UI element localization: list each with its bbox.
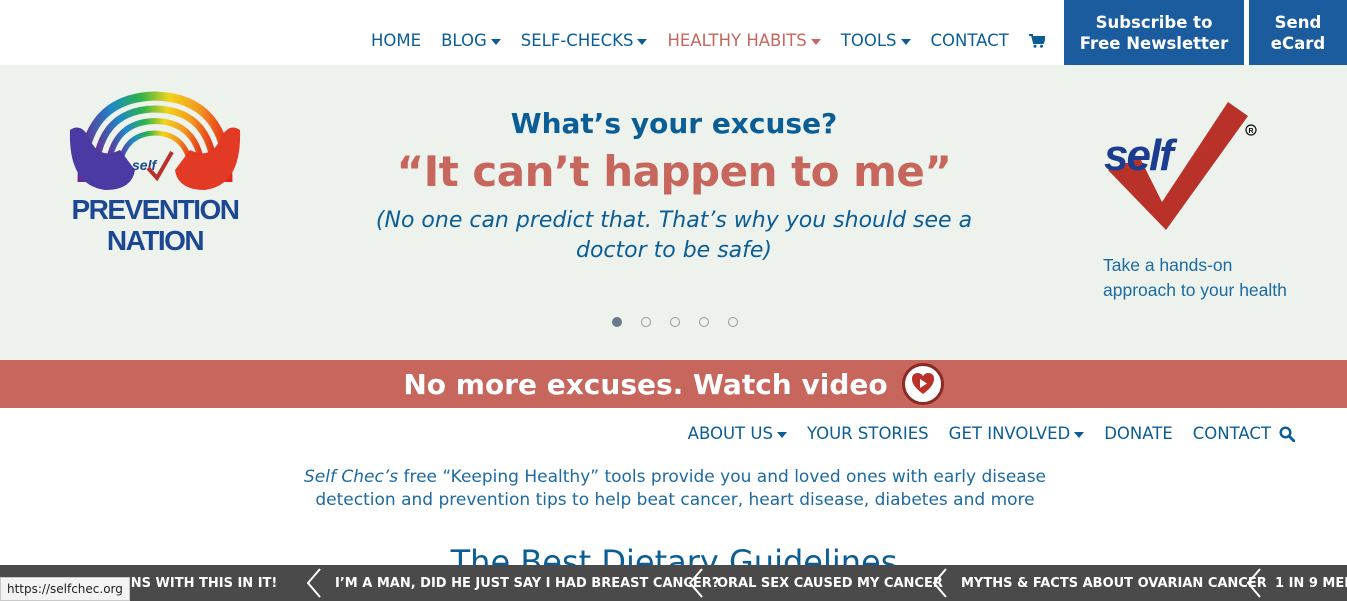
logo-self-text: self [132, 157, 157, 173]
watch-video-banner[interactable]: No more excuses. Watch video [0, 360, 1347, 408]
ecard-label: Send eCard [1270, 13, 1326, 53]
subnav-your-stories[interactable]: YOUR STORIES [807, 424, 929, 443]
self-logo-text: self [1104, 131, 1178, 180]
chevron-left-icon [306, 568, 321, 598]
ticker-item[interactable]: I’M A MAN, DID HE JUST SAY I HAD BREAST … [335, 565, 719, 601]
nav-blog-label: BLOG [441, 31, 487, 50]
svg-text:R: R [1249, 128, 1254, 135]
subnav-get-involved[interactable]: GET INVOLVED [949, 424, 1085, 443]
carousel-dot-4[interactable] [699, 317, 709, 327]
nav-blog[interactable]: BLOG [441, 31, 501, 50]
nav-contact-label: CONTACT [930, 31, 1009, 50]
subnav-contact[interactable]: CONTACT [1193, 424, 1295, 443]
chevron-left-icon [932, 568, 947, 598]
nav-home-label: HOME [371, 31, 422, 50]
caret-down-icon [490, 38, 501, 45]
rainbow-hands-icon: self [69, 91, 241, 190]
logo-line1: PREVENTION [71, 194, 240, 225]
self-tagline-line1: Take a hands-on [1103, 255, 1233, 275]
carousel-dot-2[interactable] [641, 317, 651, 327]
subnav-donate[interactable]: DONATE [1104, 424, 1173, 443]
carousel-dot-3[interactable] [670, 317, 680, 327]
subnav-about-us[interactable]: ABOUT US [688, 424, 787, 443]
section-title: The Best Dietary Guidelines [450, 543, 898, 566]
intro-paragraph: Self Chec’s free “Keeping Healthy” tools… [300, 466, 1050, 512]
intro-brand: Self Chec’s [303, 467, 399, 487]
carousel-indicators [612, 317, 757, 327]
logo-line2: NATION [106, 225, 205, 256]
ticker-item-label: EENS WITH THIS IN IT! [113, 575, 278, 591]
intro-text-line1: free “Keeping Healthy” tools provide you… [398, 467, 1047, 487]
subnav-your-stories-label: YOUR STORIES [806, 424, 929, 443]
caret-down-icon [900, 38, 911, 45]
carousel-dot-1[interactable] [612, 317, 622, 327]
cart-icon [1028, 33, 1045, 48]
ticker-item-label: 1 IN 9 MEN [1275, 575, 1347, 591]
carousel-dot-5[interactable] [728, 317, 738, 327]
ticker-item[interactable]: EENS WITH THIS IN IT! [113, 565, 277, 601]
nav-healthy-habits[interactable]: HEALTHY HABITS [667, 31, 821, 50]
ticker-item-label: I’M A MAN, DID HE JUST SAY I HAD BREAST … [335, 575, 720, 591]
secondary-nav: ABOUT US YOUR STORIES GET INVOLVED DONAT… [668, 424, 1295, 443]
status-bar-url: https://selfchec.org [0, 577, 130, 601]
nav-healthy-habits-label: HEALTHY HABITS [667, 31, 807, 50]
ticker-item[interactable]: ORAL SEX CAUSED MY CANCER [717, 565, 943, 601]
hero-subtext: (No one can predict that. That’s why you… [375, 208, 973, 263]
subnav-donate-label: DONATE [1104, 424, 1173, 443]
hero-question: What’s your excuse? [510, 107, 838, 140]
subnav-get-involved-label: GET INVOLVED [948, 424, 1071, 443]
caret-down-icon [1074, 431, 1085, 438]
play-heart-icon [901, 363, 944, 405]
logo-wordmark: PREVENTION NATION [60, 194, 250, 256]
chevron-left-icon [688, 568, 703, 598]
subscribe-label: Subscribe to Free Newsletter [1079, 13, 1229, 53]
self-checkmark-logo[interactable]: self R [1100, 100, 1260, 235]
nav-home[interactable]: HOME [371, 31, 421, 50]
send-ecard-button[interactable]: Send eCard [1249, 0, 1347, 66]
nav-contact[interactable]: CONTACT [931, 31, 1009, 50]
subnav-contact-label: CONTACT [1192, 424, 1271, 443]
ticker-item[interactable]: MYTHS & FACTS ABOUT OVARIAN CANCER [961, 565, 1267, 601]
cart-button[interactable] [1028, 33, 1045, 48]
chevron-left-icon [1246, 568, 1261, 598]
self-tagline: Take a hands-on approach to your health [1103, 253, 1287, 303]
caret-down-icon [776, 431, 787, 438]
ticker-item[interactable]: 1 IN 9 MEN [1275, 565, 1347, 601]
hero-headline: “It can’t happen to me” [396, 147, 952, 196]
subnav-about-us-label: ABOUT US [687, 424, 773, 443]
caret-down-icon [637, 38, 648, 45]
self-tagline-line2: approach to your health [1103, 280, 1287, 300]
banner-label: No more excuses. Watch video [403, 367, 888, 401]
news-ticker: EENS WITH THIS IN IT! I’M A MAN, DID HE … [0, 565, 1347, 601]
caret-down-icon [810, 38, 821, 45]
nav-tools-label: TOOLS [840, 31, 897, 50]
ticker-item-label: ORAL SEX CAUSED MY CANCER [717, 575, 943, 591]
nav-self-checks[interactable]: SELF-CHECKS [521, 31, 648, 50]
intro-text-line2: detection and prevention tips to help be… [315, 490, 1035, 510]
nav-self-checks-label: SELF-CHECKS [520, 31, 634, 50]
nav-tools[interactable]: TOOLS [841, 31, 911, 50]
subscribe-newsletter-button[interactable]: Subscribe to Free Newsletter [1064, 0, 1244, 66]
search-icon[interactable] [1279, 425, 1295, 442]
hero-carousel: self PREVENTION NATION What’s your excus… [0, 65, 1347, 360]
ticker-item-label: MYTHS & FACTS ABOUT OVARIAN CANCER [961, 575, 1267, 591]
prevention-nation-logo[interactable]: self PREVENTION NATION [60, 90, 250, 260]
main-nav: HOME BLOG SELF-CHECKS HEALTHY HABITS TOO… [371, 31, 1065, 50]
